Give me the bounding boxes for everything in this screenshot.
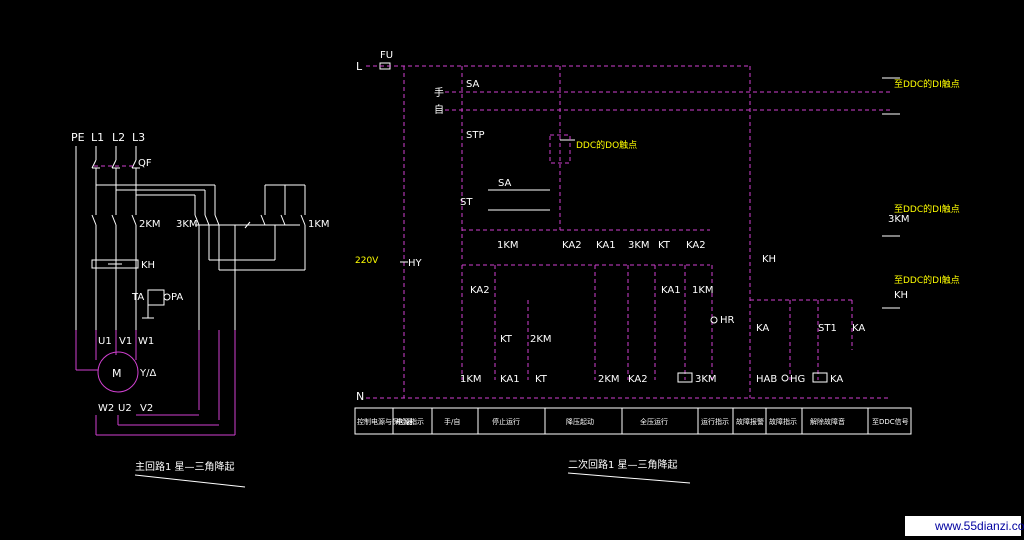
table-cell-6: 全压运行: [640, 417, 668, 426]
coil-ka2: KA2: [628, 374, 648, 385]
label-ddc-do: DDC的DO触点: [576, 139, 637, 151]
coil-ka: KA: [830, 374, 843, 385]
label-l3: L3: [132, 131, 145, 144]
label-kh: KH: [141, 260, 155, 271]
label-v1: V1: [119, 336, 132, 347]
label-3km: 3KM: [176, 219, 198, 230]
diagram-canvas: PE L1 L2 L3 QF 2KM KH TA PA 3KM 1KM U1 V…: [71, 50, 960, 488]
contact-kt: KT: [658, 240, 671, 251]
label-ta: TA: [131, 292, 144, 303]
function-table: 控制电源与保险器 电源指示 手/自 停止运行 降压起动 全压运行 运行指示 故障…: [354, 407, 912, 435]
motor-symbol: M: [112, 367, 122, 380]
contact-3km: 3KM: [628, 240, 650, 251]
label-ddc-di-3: 至DDC的DI触点: [894, 274, 960, 286]
label-ddc-di-1: 至DDC的DI触点: [894, 78, 960, 90]
contact-ka2b: KA2: [686, 240, 706, 251]
label-l2: L2: [112, 131, 125, 144]
label-hr: HR: [720, 315, 735, 326]
label-1km-b: 1KM: [692, 285, 714, 296]
label-manual: 手: [434, 86, 444, 99]
table-cell-11: 至DDC信号: [872, 417, 909, 426]
label-n: N: [356, 390, 364, 403]
label-1km: 1KM: [308, 219, 330, 230]
contact-ka1: KA1: [596, 240, 616, 251]
label-qf: QF: [138, 158, 152, 169]
label-220v: 220V: [355, 256, 379, 266]
label-ka2-b: KA2: [470, 285, 490, 296]
table-cell-2: 电源指示: [396, 417, 424, 426]
label-st: ST: [460, 197, 473, 208]
table-cell-10: 解除故障音: [810, 417, 845, 426]
wiring-diagram: PE L1 L2 L3 QF 2KM KH TA PA 3KM 1KM U1 V…: [0, 0, 1024, 540]
coil-hg: HG: [790, 374, 805, 385]
label-sa: SA: [466, 79, 480, 90]
label-u2: U2: [118, 403, 132, 414]
table-cell-5: 降压起动: [566, 417, 594, 426]
coil-ka1: KA1: [500, 374, 520, 385]
table-cell-7: 运行指示: [701, 417, 729, 426]
table-cell-8: 故障报警: [736, 417, 764, 426]
watermark: www.55dianzi.com: [905, 516, 1024, 536]
label-ka: KA: [756, 323, 769, 334]
label-ka1: KA1: [661, 285, 681, 296]
coil-1km: 1KM: [460, 374, 482, 385]
label-sa2: SA: [498, 178, 512, 189]
label-st1: ST1: [818, 323, 837, 334]
table-cell-3: 手/自: [444, 417, 460, 426]
coil-3km: 3KM: [695, 374, 717, 385]
label-w1: W1: [138, 336, 154, 347]
coil-kt: KT: [535, 374, 548, 385]
table-cell-4: 停止运行: [492, 417, 520, 426]
label-kh-top: KH: [762, 254, 776, 265]
control-circuit: L N FU 220V HY SA 手 自 DDC的DO触点 STP SA ST…: [354, 50, 960, 484]
main-power-circuit: PE L1 L2 L3 QF 2KM KH TA PA 3KM 1KM U1 V…: [71, 131, 330, 488]
table-cell-9: 故障指示: [769, 417, 797, 426]
label-3km-c: 3KM: [888, 214, 910, 225]
coil-2km: 2KM: [598, 374, 620, 385]
label-pa: PA: [171, 292, 183, 303]
label-stp: STP: [466, 130, 485, 141]
label-ka-b: KA: [852, 323, 865, 334]
coil-hab: HAB: [756, 374, 777, 385]
watermark-text: www.55dianzi.com: [935, 519, 1024, 533]
contact-1km: 1KM: [497, 240, 519, 251]
label-pe: PE: [71, 131, 85, 144]
label-l1: L1: [91, 131, 104, 144]
main-caption: 主回路1 星—三角降起: [135, 460, 235, 473]
label-kt: KT: [500, 334, 513, 345]
label-hy: HY: [408, 258, 423, 269]
label-v2: V2: [140, 403, 153, 414]
label-2km-c: 2KM: [530, 334, 552, 345]
label-auto: 自: [434, 103, 444, 116]
label-motor-conn: Y/Δ: [139, 368, 156, 379]
label-kh-c: KH: [894, 290, 908, 301]
control-caption: 二次回路1 星—三角降起: [568, 458, 678, 471]
label-u1: U1: [98, 336, 112, 347]
contact-ka2: KA2: [562, 240, 582, 251]
label-w2: W2: [98, 403, 114, 414]
label-l: L: [356, 60, 363, 73]
label-2km: 2KM: [139, 219, 161, 230]
label-fu: FU: [380, 50, 393, 61]
